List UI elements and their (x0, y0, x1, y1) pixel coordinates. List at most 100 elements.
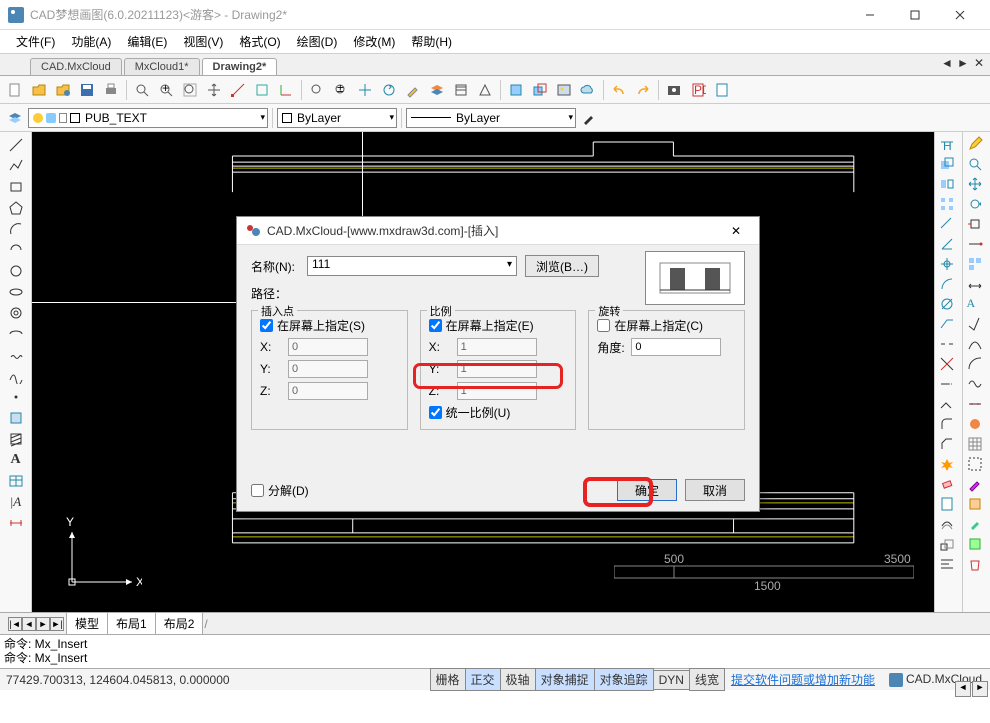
angle-input[interactable] (631, 338, 721, 356)
offset-icon[interactable] (939, 516, 959, 534)
maximize-button[interactable] (892, 1, 937, 29)
cmd-scroll-left-icon[interactable]: ◄ (955, 681, 971, 697)
wblock-icon[interactable] (967, 536, 987, 554)
screenshot-icon[interactable] (663, 79, 685, 101)
regen-icon[interactable] (378, 79, 400, 101)
image-icon[interactable] (553, 79, 575, 101)
specify-onscreen-scale[interactable]: 在屏幕上指定(E) (429, 317, 568, 334)
specify-onscreen-rotate[interactable]: 在屏幕上指定(C) (597, 317, 736, 334)
scale-onscreen-checkbox[interactable] (429, 319, 442, 332)
status-dyn[interactable]: DYN (653, 670, 690, 690)
move-icon[interactable] (354, 79, 376, 101)
brush2-icon[interactable] (967, 516, 987, 534)
arc-icon[interactable] (5, 220, 27, 238)
export-icon[interactable] (711, 79, 733, 101)
close-button[interactable] (937, 1, 982, 29)
tab-layout2[interactable]: 布局2 (155, 612, 204, 635)
explode-icon[interactable] (939, 456, 959, 474)
block-icon[interactable] (505, 79, 527, 101)
status-grid[interactable]: 栅格 (430, 668, 466, 691)
zoom-prev-icon[interactable] (306, 79, 328, 101)
properties-icon[interactable] (939, 496, 959, 514)
polygon-icon[interactable] (5, 199, 27, 217)
ellipse-icon[interactable] (5, 283, 27, 301)
tab-scroll-right-icon[interactable]: ► (956, 56, 970, 70)
hatch-icon[interactable] (450, 79, 472, 101)
tab-layout1[interactable]: 布局1 (107, 612, 156, 635)
specify-onscreen-insert[interactable]: 在屏幕上指定(S) (260, 317, 399, 334)
color-icon[interactable] (967, 416, 987, 434)
ellipse-arc-icon[interactable] (5, 325, 27, 343)
area-icon[interactable] (251, 79, 273, 101)
trim-icon[interactable] (939, 356, 959, 374)
status-osnap[interactable]: 对象捕捉 (535, 668, 595, 691)
explode-option[interactable]: 分解(D) (251, 482, 309, 499)
arc-edit-icon[interactable] (967, 356, 987, 374)
line-icon[interactable] (5, 136, 27, 154)
zoom-realtime-icon[interactable]: ± (330, 79, 352, 101)
undo-icon[interactable] (608, 79, 630, 101)
layout-prev-icon[interactable]: ◄ (22, 617, 36, 631)
block-name-select[interactable]: 111 ▾ (307, 256, 517, 276)
insert-icon[interactable] (529, 79, 551, 101)
point-icon[interactable] (5, 388, 27, 406)
scale-icon[interactable] (939, 536, 959, 554)
tab-drawing2[interactable]: Drawing2* (202, 58, 278, 75)
zoom-all-icon[interactable] (179, 79, 201, 101)
block-edit-icon[interactable] (967, 496, 987, 514)
feedback-link[interactable]: 提交软件问题或增加新功能 (725, 671, 881, 688)
menu-help[interactable]: 帮助(H) (405, 31, 458, 52)
rotate-onscreen-checkbox[interactable] (597, 319, 610, 332)
spline-icon[interactable] (5, 367, 27, 385)
batch-icon[interactable] (967, 256, 987, 274)
edit-icon[interactable] (967, 136, 987, 154)
trim2-icon[interactable] (967, 316, 987, 334)
layout-first-icon[interactable]: |◄ (8, 617, 22, 631)
table-icon[interactable] (5, 472, 27, 490)
leader-icon[interactable] (939, 316, 959, 334)
menu-view[interactable]: 视图(V) (177, 31, 229, 52)
dim-aligned-icon[interactable] (939, 216, 959, 234)
text-style-icon[interactable]: A (967, 296, 987, 314)
linetype-dropdown[interactable]: ByLayer ▾ (406, 108, 576, 128)
break-icon[interactable] (939, 336, 959, 354)
boundary-icon[interactable] (474, 79, 496, 101)
measure-icon[interactable] (227, 79, 249, 101)
search-icon[interactable] (967, 156, 987, 174)
new-file-icon[interactable] (4, 79, 26, 101)
extend-icon[interactable] (939, 376, 959, 394)
matchprop-icon[interactable] (578, 107, 600, 129)
explode-checkbox[interactable] (251, 484, 264, 497)
join-icon[interactable] (939, 396, 959, 414)
mtext-icon[interactable]: |A (5, 493, 27, 511)
print-icon[interactable] (100, 79, 122, 101)
cloud-icon[interactable] (577, 79, 599, 101)
grid-icon[interactable] (967, 436, 987, 454)
paint-icon[interactable] (967, 476, 987, 494)
layer-manager-icon[interactable] (4, 107, 26, 129)
menu-modify[interactable]: 修改(M) (347, 31, 401, 52)
curve2-icon[interactable] (967, 376, 987, 394)
open-file-icon[interactable] (28, 79, 50, 101)
chamfer-icon[interactable] (939, 436, 959, 454)
copy-icon[interactable] (939, 156, 959, 174)
stretch-icon[interactable] (967, 216, 987, 234)
minimize-button[interactable] (847, 1, 892, 29)
polyline-icon[interactable] (5, 157, 27, 175)
layers-icon[interactable] (426, 79, 448, 101)
dim-center-icon[interactable] (939, 256, 959, 274)
brush-icon[interactable] (402, 79, 424, 101)
curve-icon[interactable] (967, 336, 987, 354)
status-polar[interactable]: 极轴 (500, 668, 536, 691)
hatch-tool-icon[interactable] (5, 430, 27, 448)
ok-button[interactable]: 确定 (617, 479, 677, 501)
browse-button[interactable]: 浏览(B…) (525, 255, 599, 277)
command-line[interactable]: 命令: Mx_Insert 命令: Mx_Insert (0, 634, 990, 668)
move-tool-icon[interactable] (967, 176, 987, 194)
text-tool-icon[interactable]: A (5, 451, 27, 469)
tab-mxcloud[interactable]: CAD.MxCloud (30, 58, 122, 75)
menu-format[interactable]: 格式(O) (233, 31, 286, 52)
save-icon[interactable] (76, 79, 98, 101)
group-icon[interactable] (967, 456, 987, 474)
mirror-icon[interactable] (939, 176, 959, 194)
